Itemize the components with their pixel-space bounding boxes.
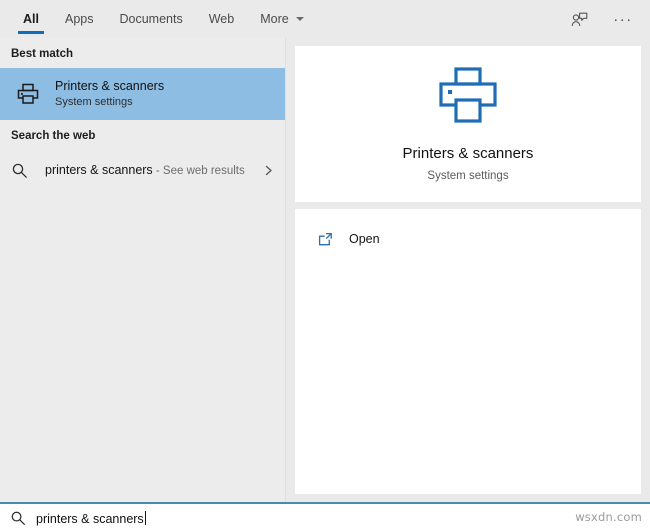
preview-subtitle: System settings bbox=[427, 169, 509, 182]
ellipsis-icon: ··· bbox=[613, 10, 633, 28]
result-item-text: Printers & scanners System settings bbox=[55, 78, 164, 110]
tab-apps-label: Apps bbox=[64, 12, 94, 26]
tab-web[interactable]: Web bbox=[196, 0, 247, 38]
web-result-item[interactable]: printers & scanners - See web results bbox=[0, 150, 285, 190]
result-item-printers-and-scanners[interactable]: Printers & scanners System settings bbox=[0, 68, 285, 120]
search-web-heading: Search the web bbox=[11, 130, 96, 142]
results-panel: Best match Printers & scanners System se… bbox=[0, 38, 286, 502]
web-result-label: printers & scanners - See web results bbox=[45, 163, 245, 177]
windows-search-panel: All Apps Documents Web More ··· Best mat… bbox=[0, 0, 650, 532]
preview-hero-card: Printers & scanners System settings bbox=[295, 46, 641, 202]
printer-icon bbox=[11, 81, 45, 107]
tab-web-label: Web bbox=[208, 12, 235, 26]
printer-icon-large bbox=[437, 66, 499, 130]
search-input-value: printers & scanners bbox=[36, 511, 144, 526]
search-header: All Apps Documents Web More ··· bbox=[0, 0, 650, 39]
chevron-down-icon bbox=[295, 17, 304, 21]
tab-apps[interactable]: Apps bbox=[52, 0, 107, 38]
text-cursor bbox=[144, 510, 146, 525]
open-external-icon bbox=[317, 231, 341, 248]
action-open-label: Open bbox=[349, 232, 380, 246]
preview-title: Printers & scanners bbox=[402, 144, 534, 162]
search-filter-tabs: All Apps Documents Web More bbox=[0, 0, 317, 38]
tab-more-label: More bbox=[260, 12, 289, 26]
preview-pane: Printers & scanners System settings Open bbox=[287, 38, 650, 502]
watermark: wsxdn.com bbox=[575, 510, 642, 524]
tab-documents[interactable]: Documents bbox=[106, 0, 195, 38]
search-input[interactable]: printers & scanners bbox=[36, 510, 146, 526]
header-actions: ··· bbox=[566, 0, 650, 38]
preview-actions-card: Open bbox=[295, 209, 641, 494]
result-item-title: Printers & scanners bbox=[55, 79, 165, 93]
tab-all[interactable]: All bbox=[10, 0, 52, 38]
header-spacer bbox=[317, 0, 566, 38]
web-result-query: printers & scanners bbox=[45, 163, 153, 177]
result-item-subtitle: System settings bbox=[55, 96, 133, 108]
action-open[interactable]: Open bbox=[295, 224, 641, 254]
tab-more[interactable]: More bbox=[247, 0, 316, 38]
best-match-heading: Best match bbox=[11, 48, 73, 60]
search-icon bbox=[0, 510, 36, 526]
person-feedback-icon[interactable] bbox=[566, 6, 592, 32]
tab-documents-label: Documents bbox=[119, 12, 183, 26]
tab-all-label: All bbox=[23, 12, 39, 26]
search-icon bbox=[11, 162, 37, 179]
more-options-button[interactable]: ··· bbox=[610, 6, 636, 32]
search-bar[interactable]: printers & scanners bbox=[0, 502, 650, 532]
web-result-suffix: - See web results bbox=[152, 165, 245, 177]
chevron-right-icon[interactable] bbox=[262, 164, 275, 177]
